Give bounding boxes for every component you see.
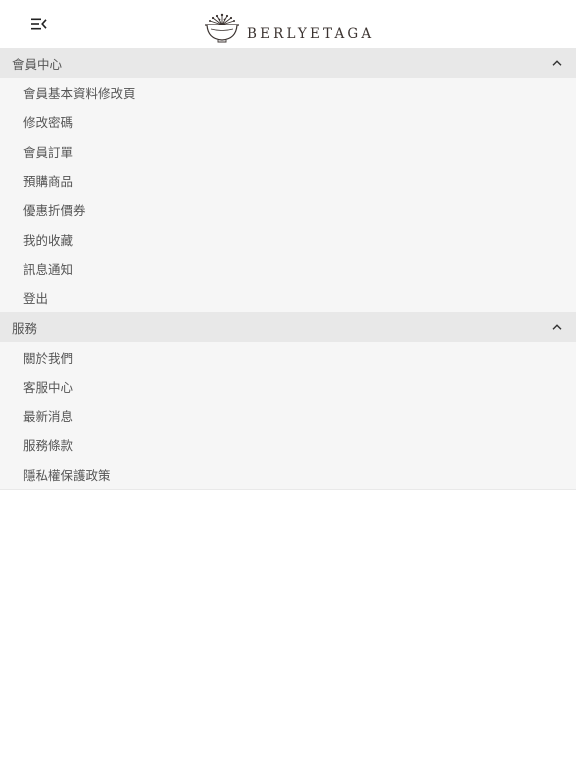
menu-item-edit-profile[interactable]: 會員基本資料修改頁	[0, 78, 576, 107]
menu-item-preorders[interactable]: 預購商品	[0, 166, 576, 195]
menu-item-news[interactable]: 最新消息	[0, 401, 576, 430]
section-header-member-center[interactable]: 會員中心	[0, 48, 576, 78]
menu-item-coupons[interactable]: 優惠折價券	[0, 195, 576, 224]
section-title: 會員中心	[12, 56, 63, 72]
side-menu: 會員中心 會員基本資料修改頁 修改密碼 會員訂單 預購商品 優惠折價券 我的收藏…	[0, 48, 576, 490]
menu-item-change-password[interactable]: 修改密碼	[0, 107, 576, 136]
menu-item-logout[interactable]: 登出	[0, 283, 576, 312]
menu-item-favorites[interactable]: 我的收藏	[0, 224, 576, 253]
menu-item-terms[interactable]: 服務條款	[0, 430, 576, 459]
menu-item-orders[interactable]: 會員訂單	[0, 137, 576, 166]
menu-toggle-button[interactable]	[24, 14, 54, 34]
menu-item-notifications[interactable]: 訊息通知	[0, 254, 576, 283]
bowl-logo-icon	[203, 13, 241, 47]
site-header: BERLYETAGA	[0, 0, 576, 48]
chevron-up-icon[interactable]	[550, 56, 564, 70]
section-header-services[interactable]: 服務	[0, 312, 576, 343]
brand-name: BERLYETAGA	[247, 26, 375, 42]
chevron-up-icon[interactable]	[550, 320, 564, 334]
menu-item-privacy-policy[interactable]: 隱私權保護政策	[0, 460, 576, 489]
menu-item-customer-service[interactable]: 客服中心	[0, 372, 576, 401]
menu-collapse-icon	[31, 15, 47, 34]
section-title: 服務	[12, 320, 38, 336]
brand-logo[interactable]: BERLYETAGA	[203, 13, 375, 47]
menu-item-about-us[interactable]: 關於我們	[0, 342, 576, 371]
